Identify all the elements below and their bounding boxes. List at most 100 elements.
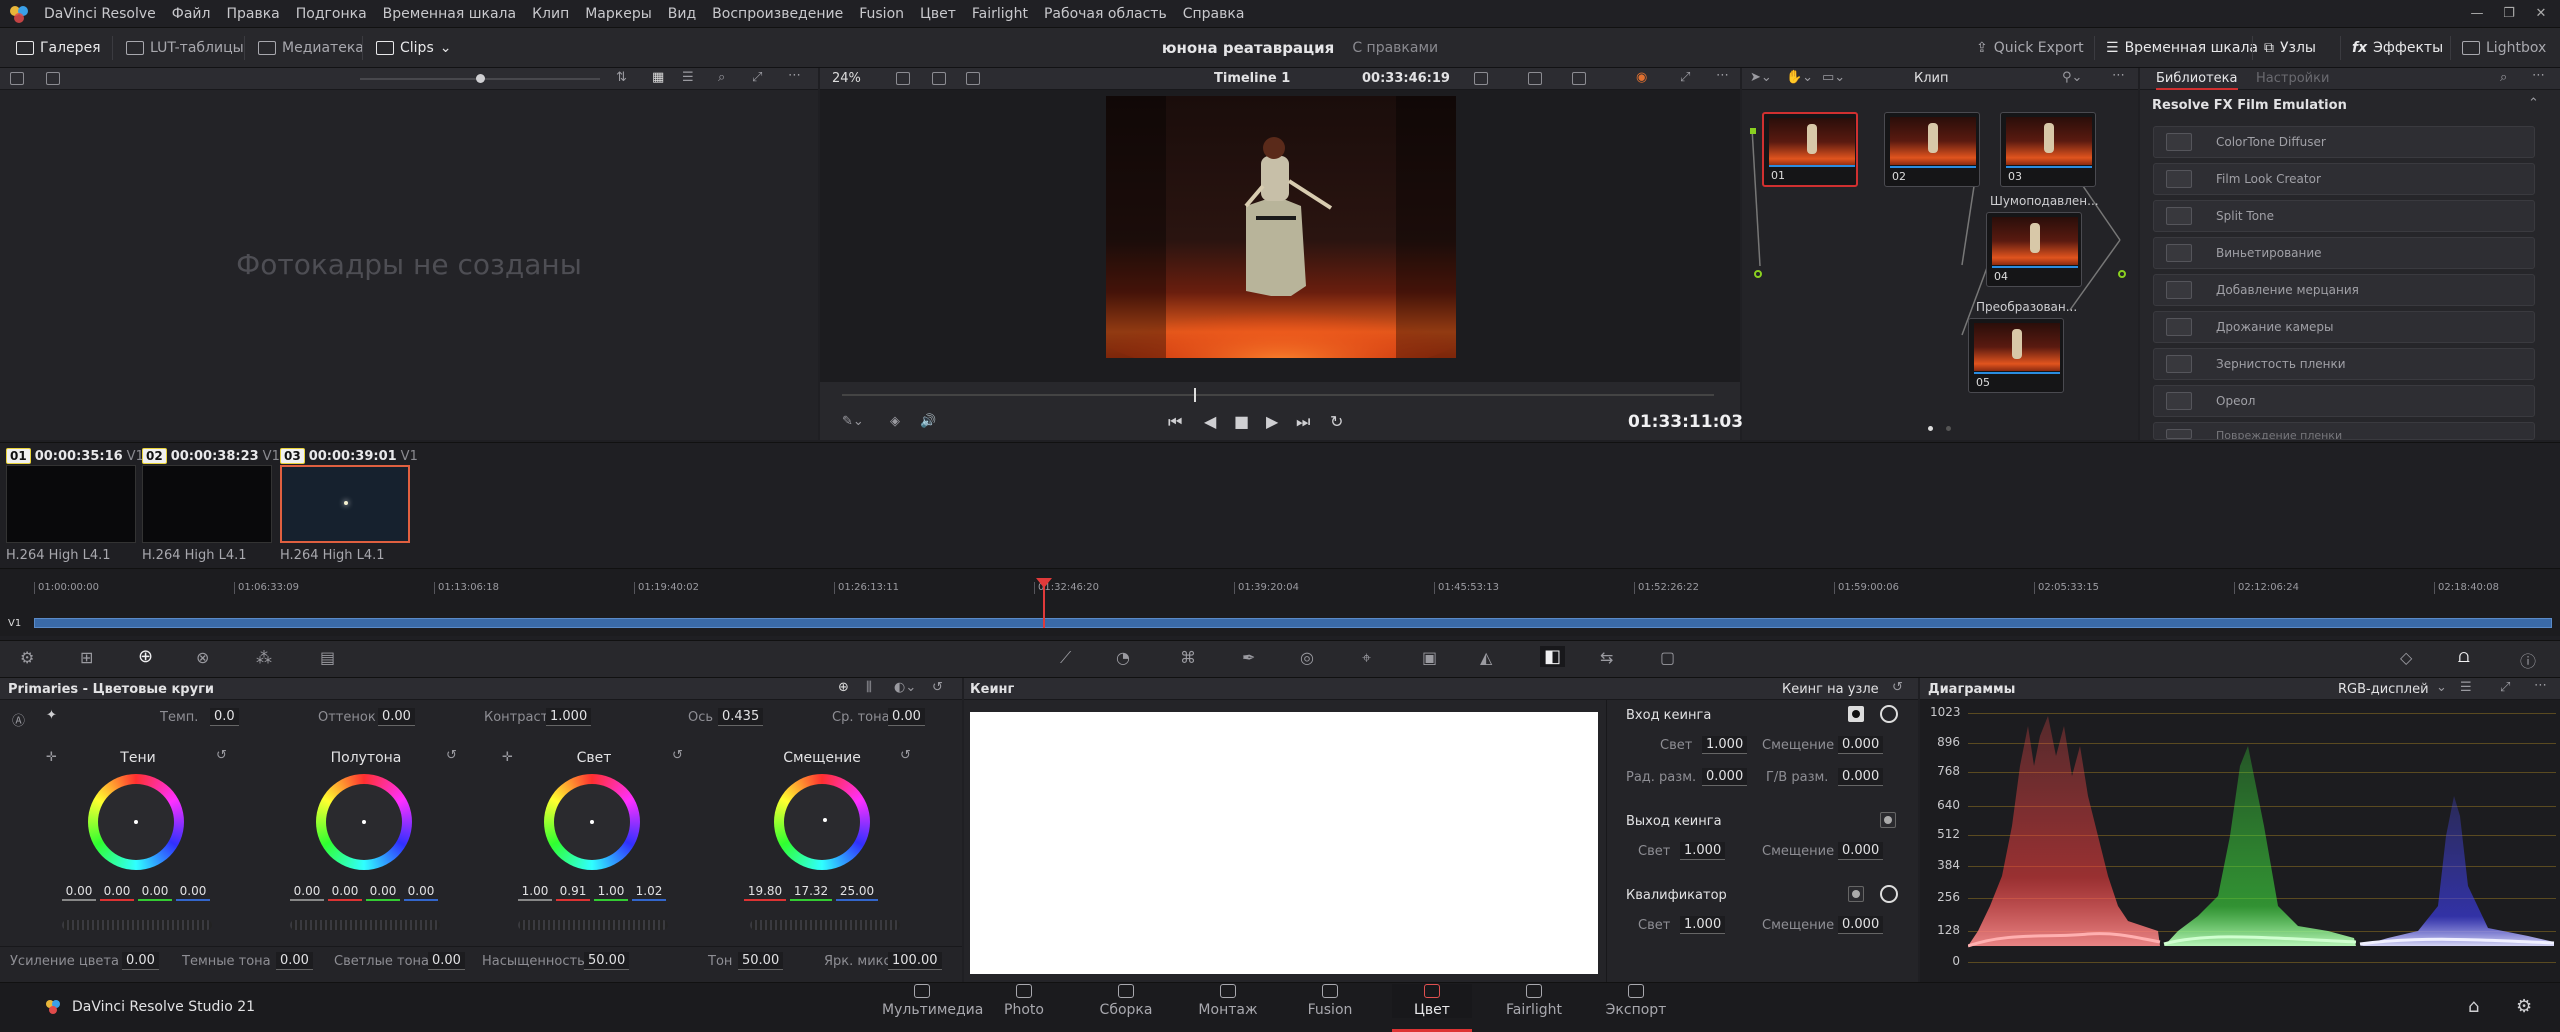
pointer-icon[interactable]: ➤⌄	[1750, 70, 1772, 85]
wheel-shadows-values[interactable]: 0.00 0.00 0.00 0.00	[62, 884, 210, 901]
timeline-name[interactable]: Timeline 1	[1214, 71, 1290, 86]
wheel-highlights-values[interactable]: 1.00 0.91 1.00 1.02	[518, 884, 666, 901]
tab-library[interactable]: Библиотека	[2156, 71, 2238, 90]
playhead-marker-icon[interactable]	[1036, 578, 1052, 588]
auto-balance-icon[interactable]: Ⓐ	[12, 710, 25, 729]
reset-primaries-icon[interactable]: ↺	[932, 680, 943, 695]
sidebar-icon[interactable]	[10, 72, 24, 85]
search-icon[interactable]: ⌕	[718, 70, 725, 85]
curves-icon[interactable]: ⟋	[1060, 648, 1071, 668]
hue-field[interactable]: 50.00	[738, 952, 784, 970]
viewer-options-icon[interactable]	[1474, 72, 1488, 85]
qualifier-gain-field[interactable]: 1.000	[1680, 916, 1726, 934]
fx-halo[interactable]: Ореол	[2153, 385, 2535, 417]
tracker-icon[interactable]: ⌖	[1362, 648, 1371, 668]
qualifier-icon[interactable]: ⌘	[1180, 648, 1196, 667]
highlights-master-wheel[interactable]	[518, 920, 668, 930]
fullscreen-icon[interactable]: ⤢	[1680, 70, 1690, 85]
clip-01-thumbnail[interactable]	[6, 465, 136, 543]
highlights-picker-icon[interactable]: ✛	[502, 750, 513, 765]
menu-edit[interactable]: Правка	[218, 6, 287, 22]
mid-detail-field[interactable]: 0.00	[888, 708, 925, 726]
saturation-field[interactable]: 50.00	[584, 952, 630, 970]
viewer-canvas[interactable]	[820, 90, 1740, 382]
reset-key-icon[interactable]: ↺	[1892, 680, 1903, 695]
viewer-more-icon[interactable]: ⋯	[1716, 68, 1729, 83]
menu-fairlight[interactable]: Fairlight	[964, 6, 1036, 22]
overlay-icon[interactable]	[1528, 72, 1542, 85]
clip-02-thumbnail[interactable]	[142, 465, 272, 543]
menu-fusion[interactable]: Fusion	[851, 6, 912, 22]
scope-expand-icon[interactable]: ⤢	[2500, 680, 2510, 695]
lum-mix-field[interactable]: 100.00	[888, 952, 942, 970]
wheel-offset-values[interactable]: 19.80 17.32 25.00	[744, 884, 878, 901]
magic-mask-icon[interactable]: ▣	[1422, 648, 1437, 667]
home-icon[interactable]: ⌂	[2468, 996, 2479, 1017]
node-more-icon[interactable]: ⋯	[2112, 68, 2125, 83]
layers-icon[interactable]: ◈	[890, 414, 900, 429]
shadows-picker-icon[interactable]: ✛	[46, 750, 57, 765]
lightbox-small-icon[interactable]: ◇	[2400, 648, 2412, 667]
highlight-tool-icon[interactable]: ✎⌄	[842, 414, 864, 429]
viewer-scrubber[interactable]	[842, 394, 1714, 396]
compare-viewer-icon[interactable]	[966, 72, 980, 85]
maximize-icon[interactable]: ❐	[2492, 0, 2526, 28]
key-input-invert-toggle[interactable]	[1880, 705, 1898, 723]
wheels-mode-icon[interactable]: ⊕	[838, 680, 849, 695]
close-icon[interactable]: ✕	[2524, 0, 2558, 28]
pivot-field[interactable]: 0.435	[718, 708, 764, 726]
key-out-offset-field[interactable]: 0.000	[1838, 842, 1884, 860]
midtones-master-wheel[interactable]	[290, 920, 440, 930]
viewer-playhead[interactable]	[1194, 388, 1196, 402]
page-edit[interactable]: Монтаж	[1188, 984, 1268, 1018]
lightbox-toggle[interactable]: Lightbox	[2462, 28, 2546, 68]
page-deliver[interactable]: Экспорт	[1596, 984, 1676, 1018]
wheel-midtones[interactable]	[316, 774, 412, 870]
node-options-icon[interactable]: ⚲⌄	[2062, 70, 2082, 85]
fx-colortone-diffuser[interactable]: ColorTone Diffuser	[2153, 126, 2535, 158]
key-output-toggle[interactable]	[1880, 812, 1896, 828]
menu-timeline[interactable]: Временная шкала	[375, 6, 524, 22]
scopes-icon[interactable]: ⩍	[2458, 646, 2470, 667]
blur-icon[interactable]: ◭	[1480, 648, 1492, 667]
go-to-end-icon[interactable]: ⏭	[1296, 412, 1310, 432]
boost-field[interactable]: 0.00	[122, 952, 159, 970]
offset-master-wheel[interactable]	[750, 920, 900, 930]
scope-settings-icon[interactable]: ☰	[2460, 680, 2472, 695]
menu-color[interactable]: Цвет	[912, 6, 964, 22]
media-button[interactable]: Медиатека	[258, 28, 364, 68]
key-in-gain-field[interactable]: 1.000	[1702, 736, 1748, 754]
tint-field[interactable]: 0.00	[378, 708, 415, 726]
page-dot[interactable]	[1946, 426, 1951, 431]
key-icon[interactable]: ◧	[1540, 646, 1566, 667]
temp-field[interactable]: 0.0	[210, 708, 239, 726]
more-options-icon[interactable]: ⋯	[788, 68, 801, 83]
fx-flicker[interactable]: Добавление мерцания	[2153, 274, 2535, 306]
node-editor[interactable]: ➤⌄ ✋⌄ ▭⌄ Клип ⚲⌄ ⋯ 01 02 03 Шумоподавлен…	[1742, 68, 2138, 440]
effects-toggle[interactable]: fx Эффекты	[2352, 28, 2443, 68]
menu-workspace[interactable]: Рабочая область	[1036, 6, 1175, 22]
clip-03-thumbnail[interactable]	[280, 465, 410, 543]
node-mode-dropdown[interactable]: Клип	[1914, 71, 1949, 86]
log-mode-icon[interactable]: ◐⌄	[894, 680, 916, 695]
timeline-clip-bar[interactable]	[34, 618, 2552, 628]
bars-mode-icon[interactable]: ⫼	[866, 680, 872, 695]
library-more-icon[interactable]: ⋯	[2532, 68, 2545, 83]
motion-effects-icon[interactable]: ▤	[320, 648, 335, 667]
page-fairlight[interactable]: Fairlight	[1494, 984, 1574, 1018]
wheel-shadows[interactable]	[88, 774, 184, 870]
source-input-connector[interactable]	[1754, 270, 1762, 278]
menu-clip[interactable]: Клип	[524, 6, 577, 22]
wipe-icon[interactable]	[1572, 72, 1586, 85]
sort-icon[interactable]: ⇅	[616, 70, 627, 85]
node-03[interactable]: 03	[2000, 112, 2096, 187]
fx-split-tone[interactable]: Split Tone	[2153, 200, 2535, 232]
scope-more-icon[interactable]: ⋯	[2534, 678, 2547, 693]
highlights-field[interactable]: 0.00	[428, 952, 465, 970]
key-in-offset-field[interactable]: 0.000	[1838, 736, 1884, 754]
rgb-mixer-icon[interactable]: ⁂	[256, 648, 272, 667]
color-picker-icon[interactable]: ◉	[1636, 70, 1647, 85]
shadows-field[interactable]: 0.00	[276, 952, 313, 970]
scope-mode-dropdown[interactable]: RGB-дисплей	[2338, 682, 2429, 697]
page-photo[interactable]: Photo	[984, 984, 1064, 1018]
